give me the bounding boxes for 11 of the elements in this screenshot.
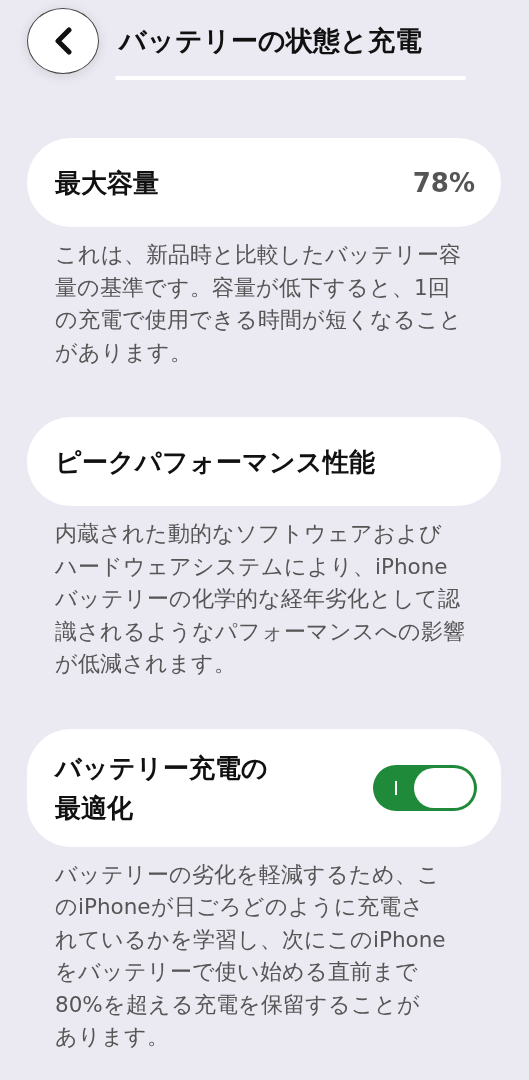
description-text: 内蔵された動的なソフトウェアおよび ハードウェアシステムにより、iPhone バッテリーの化学的な経年劣化として認 識されるようなパフォーマンスへの影響 が低減されます。	[54, 520, 466, 678]
setting-label: ピークパフォーマンス性能	[55, 445, 375, 479]
setting-value: 78%	[412, 167, 475, 198]
setting-label: 最大容量	[55, 166, 159, 200]
back-chevron-icon	[54, 27, 72, 55]
description-text: これは、新品時と比較したバッテリー容 量の基準です。容量が低下すると、1回 の充電で使用できる時間が短くなること があります。	[54, 241, 463, 367]
setting-label: バッテリー充電の最適化	[55, 751, 269, 825]
back-button[interactable]	[27, 8, 99, 74]
description-text: バッテリーの劣化を軽減するため、こ のiPhoneが日ごろどのように充電さ れているかを学習し、次にこのiPhone をバッテリーで使い始める直前まで 80%を超える充電を保留することが あります。	[54, 860, 447, 1051]
page-title: バッテリーの状態と充電	[119, 24, 422, 58]
toggle-switch[interactable]	[373, 764, 477, 811]
